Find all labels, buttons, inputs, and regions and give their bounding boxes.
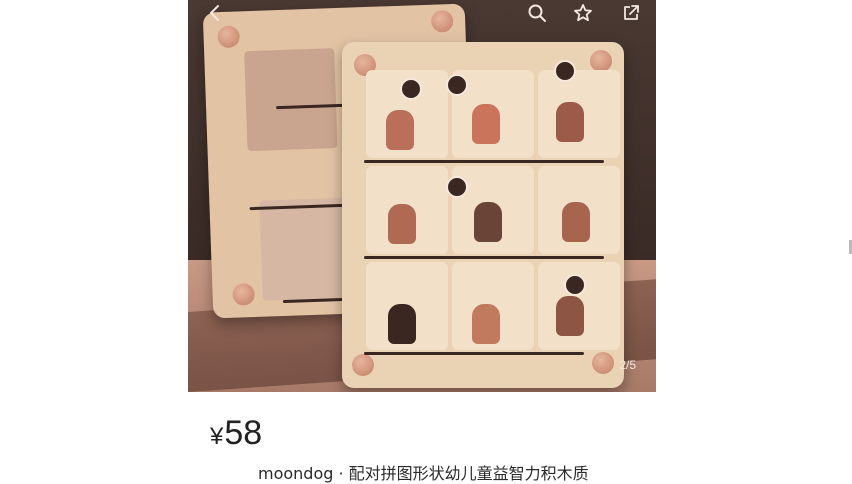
shape-token <box>446 74 468 96</box>
search-button[interactable] <box>526 2 548 24</box>
monkey-figure <box>388 204 416 244</box>
slot <box>364 352 584 355</box>
peg <box>232 283 255 306</box>
product-panel: 2/5 <box>188 0 656 480</box>
product-image-carousel[interactable]: 2/5 <box>188 0 656 392</box>
squirrel-figure <box>472 104 500 144</box>
peg <box>592 352 614 374</box>
image-page-indicator: 2/5 <box>619 358 636 372</box>
dog-figure <box>472 304 500 344</box>
scene-panel <box>259 197 353 301</box>
fox-figure <box>556 102 584 142</box>
search-icon <box>528 4 546 22</box>
shape-token <box>564 274 586 296</box>
share-button[interactable] <box>620 2 642 24</box>
chevron-left-icon <box>210 5 219 21</box>
share-icon <box>624 5 639 20</box>
rabbit-figure <box>386 110 414 150</box>
panda-figure <box>388 304 416 344</box>
price-amount: 58 <box>224 414 263 452</box>
bear-figure <box>556 296 584 336</box>
back-button[interactable] <box>204 2 226 24</box>
giraffe-figure <box>562 202 590 242</box>
favorite-button[interactable] <box>572 2 594 24</box>
peg <box>430 9 454 33</box>
peg <box>217 25 240 49</box>
scene-panel <box>244 48 338 152</box>
peg <box>352 354 374 376</box>
peg <box>590 50 612 72</box>
currency-symbol: ¥ <box>210 423 224 450</box>
product-title[interactable]: moondog · 配对拼图形状幼儿童益智力积木质 <box>258 460 589 484</box>
puzzle-board-front <box>342 42 624 388</box>
slot <box>364 160 604 163</box>
slot <box>364 256 604 259</box>
shape-token <box>400 78 422 100</box>
shape-token <box>446 176 468 198</box>
shape-token <box>554 60 576 82</box>
boy-figure <box>474 202 502 242</box>
star-icon <box>574 4 592 22</box>
product-price: ¥ 58 <box>210 414 262 453</box>
